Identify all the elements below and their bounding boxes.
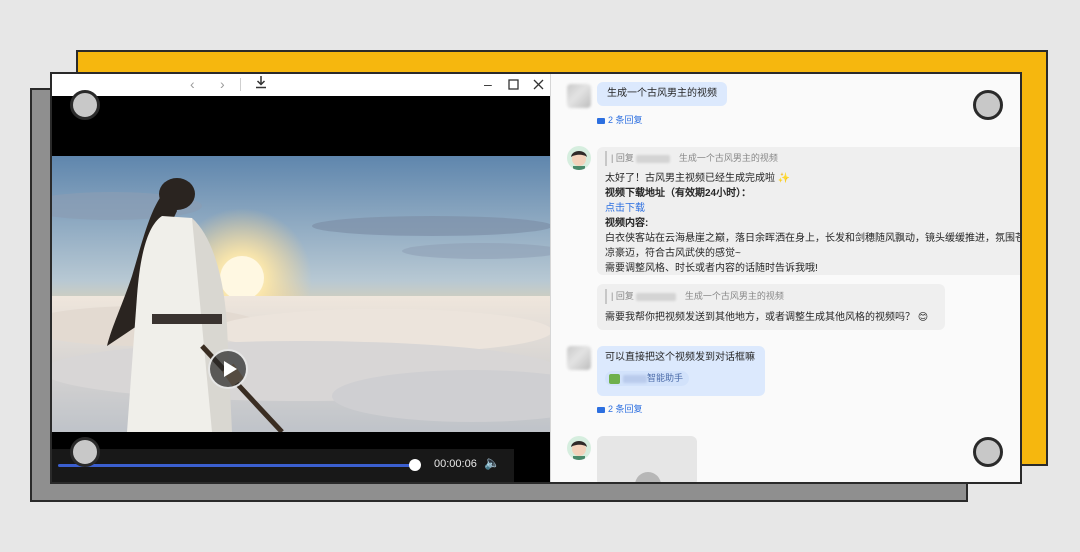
- quote-reference: | 回复 生成一个古风男主的视频: [605, 289, 937, 304]
- blurred-username: [636, 292, 677, 301]
- minimize-icon[interactable]: –: [484, 75, 492, 93]
- user-message: 生成一个古风男主的视频: [597, 82, 727, 106]
- player-titlebar: ‹ › –: [52, 74, 550, 96]
- binder-hole: [70, 90, 100, 120]
- bot-avatar: [567, 436, 591, 460]
- comment-icon: [597, 117, 605, 124]
- bot-text-line: 需要调整风格、时长或者内容的话随时告诉我哦!: [605, 263, 818, 274]
- bot-avatar: [567, 146, 591, 170]
- close-icon[interactable]: [533, 76, 544, 94]
- blurred-agent-name: [623, 374, 647, 383]
- player-controls: 00:00:06 🔈: [52, 449, 514, 482]
- video-frame[interactable]: [52, 156, 550, 432]
- bot-followup-message: | 回复 生成一个古风男主的视频 需要我帮你把视频发送到其他地方，或者调整生成其…: [597, 284, 945, 330]
- video-player: ‹ › – 00:00:06 🔈: [52, 74, 550, 482]
- download-link[interactable]: 点击下载: [605, 201, 1020, 216]
- user-avatar: [567, 346, 591, 370]
- volume-icon[interactable]: 🔈: [484, 455, 500, 471]
- bot-text-line: 视频内容:: [605, 218, 649, 229]
- bot-text-line: 凉豪迈，符合古风武侠的感觉~: [605, 248, 741, 259]
- quote-reference: | 回复 生成一个古风男主的视频: [605, 151, 1020, 166]
- reply-count-link[interactable]: 2 条回复: [597, 113, 643, 126]
- chat-panel: 生成一个古风男主的视频 2 条回复 | 回复 生成一个古风男主的视频 太好了！古…: [550, 74, 1022, 482]
- binder-hole: [973, 90, 1003, 120]
- back-arrow-icon[interactable]: ‹: [190, 75, 195, 93]
- binder-hole: [70, 437, 100, 467]
- bot-text-line: 白衣侠客站在云海悬崖之巅，落日余晖洒在身上，长发和剑穗随风飘动，镜头缓缓推进，氛…: [605, 233, 1022, 244]
- app-window: ‹ › – 00:00:06 🔈 生成一个古风男主的视频 2 条回复 | 回复 …: [50, 72, 1022, 484]
- titlebar-separator: [240, 78, 241, 91]
- maximize-icon[interactable]: [508, 76, 519, 94]
- reply-count-link[interactable]: 2 条回复: [597, 402, 643, 415]
- progress-bar[interactable]: [58, 464, 415, 467]
- forward-arrow-icon[interactable]: ›: [220, 75, 225, 93]
- user-avatar: [567, 84, 591, 108]
- bot-text-line: 视频下载地址（有效期24小时）：: [605, 188, 752, 199]
- agent-chip[interactable]: 智能助手: [605, 371, 690, 386]
- bot-text-line: 需要我帮你把视频发送到其他地方，或者调整生成其他风格的视频吗？ 😊: [605, 312, 929, 323]
- progress-handle[interactable]: [409, 459, 421, 471]
- playback-time: 00:00:06: [434, 458, 477, 470]
- assistant-icon: [609, 373, 620, 384]
- binder-hole: [973, 437, 1003, 467]
- download-icon[interactable]: [255, 75, 267, 93]
- comment-icon: [597, 406, 605, 413]
- bot-text-line: 太好了！古风男主视频已经生成完成啦 ✨: [605, 173, 791, 184]
- video-thumbnail[interactable]: [597, 436, 697, 482]
- user-message: 可以直接把这个视频发到对话框嘛 智能助手: [597, 346, 765, 396]
- blurred-username: [636, 154, 671, 163]
- bot-message: | 回复 生成一个古风男主的视频 太好了！古风男主视频已经生成完成啦 ✨ 视频下…: [597, 147, 1022, 275]
- play-icon[interactable]: [208, 349, 248, 389]
